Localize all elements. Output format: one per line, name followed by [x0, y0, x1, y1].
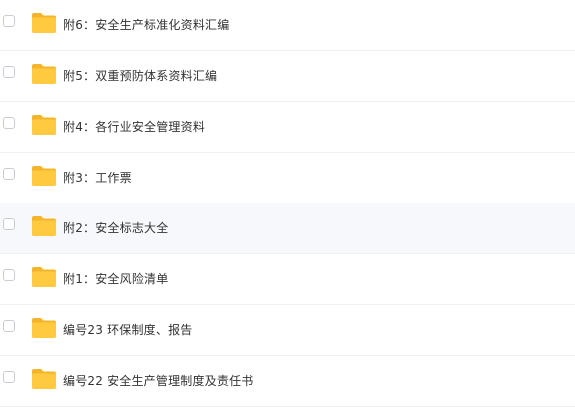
folder-name[interactable]: 附4：各行业安全管理资料 [63, 118, 205, 135]
folder-row[interactable]: 附4：各行业安全管理资料 [0, 102, 575, 153]
folder-name[interactable]: 编号23 环保制度、报告 [63, 321, 193, 338]
folder-name[interactable]: 附1：安全风险清单 [63, 270, 168, 287]
folder-icon [31, 63, 57, 85]
folder-row[interactable]: 附5：双重预防体系资料汇编 [0, 51, 575, 102]
folder-name[interactable]: 附2：安全标志大全 [63, 219, 168, 236]
row-checkbox[interactable] [3, 320, 15, 332]
folder-icon [31, 317, 57, 339]
file-list: 附6：安全生产标准化资料汇编 附5：双重预防体系资料汇编 附4：各行业安全管理资… [0, 0, 575, 412]
folder-icon [31, 165, 57, 187]
folder-icon [31, 114, 57, 136]
folder-row[interactable]: 附3：工作票 [0, 153, 575, 204]
folder-name[interactable]: 编号22 安全生产管理制度及责任书 [63, 372, 254, 389]
folder-row[interactable]: 编号22 安全生产管理制度及责任书 [0, 356, 575, 407]
row-checkbox[interactable] [3, 371, 15, 383]
folder-icon [31, 368, 57, 390]
row-checkbox[interactable] [3, 168, 15, 180]
row-checkbox[interactable] [3, 269, 15, 281]
folder-icon [31, 266, 57, 288]
folder-row[interactable]: 编号23 环保制度、报告 [0, 305, 575, 356]
folder-name[interactable]: 附3：工作票 [63, 169, 132, 186]
folder-row[interactable]: 附2：安全标志大全 [0, 203, 575, 254]
folder-icon [31, 215, 57, 237]
folder-name[interactable]: 附5：双重预防体系资料汇编 [63, 67, 217, 84]
row-checkbox[interactable] [3, 117, 15, 129]
folder-row[interactable]: 附1：安全风险清单 [0, 254, 575, 305]
row-checkbox[interactable] [3, 66, 15, 78]
row-checkbox[interactable] [3, 218, 15, 230]
folder-icon [31, 12, 57, 34]
row-checkbox[interactable] [3, 15, 15, 27]
folder-name[interactable]: 附6：安全生产标准化资料汇编 [63, 16, 229, 33]
folder-row[interactable]: 附6：安全生产标准化资料汇编 [0, 0, 575, 51]
